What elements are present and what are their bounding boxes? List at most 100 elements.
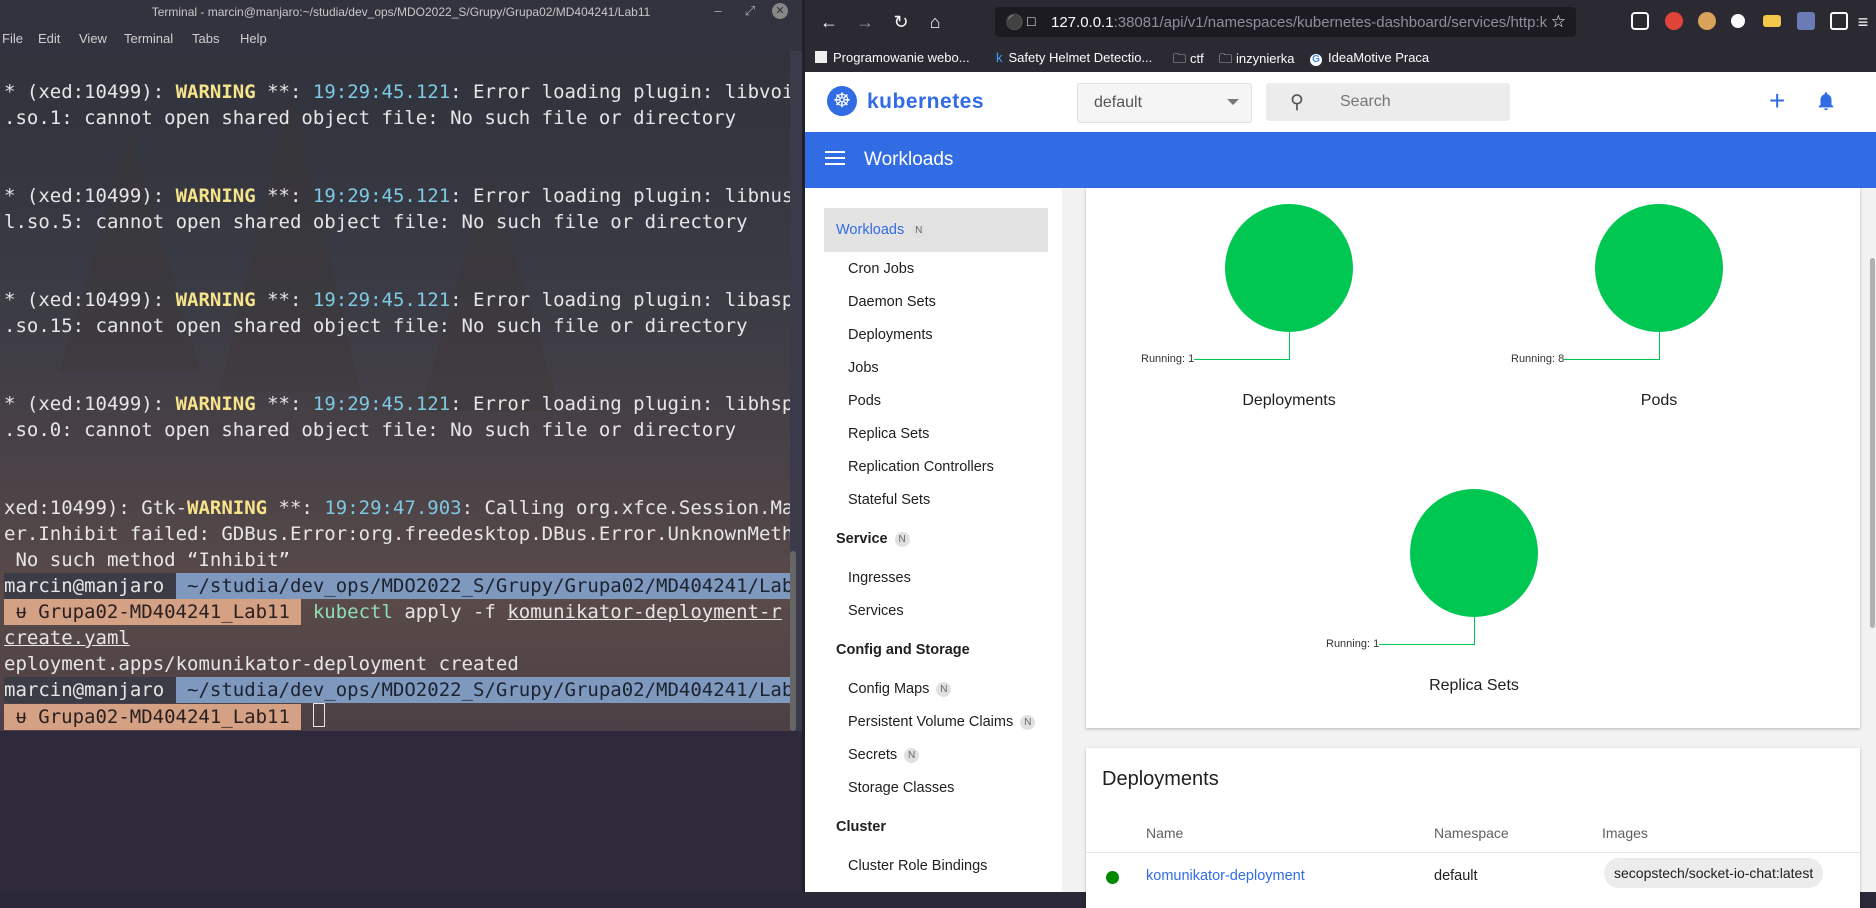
running-status-icon bbox=[1106, 871, 1119, 884]
shell-command: ᵾ Grupa02-MD404241_Lab11 bbox=[4, 703, 325, 730]
menu-view[interactable]: View bbox=[79, 31, 107, 46]
shell-prompt: marcin@manjaro ~/studia/dev_ops/MDO2022_… bbox=[4, 677, 790, 703]
flag-icon[interactable] bbox=[1763, 15, 1781, 27]
adblock-icon[interactable] bbox=[1665, 12, 1683, 30]
url-bar[interactable]: ⚫ □ 127.0.0.1:38081/api/v1/namespaces/ku… bbox=[995, 7, 1576, 37]
chart-leader-line bbox=[1194, 359, 1290, 360]
namespace-select[interactable]: default bbox=[1077, 83, 1252, 123]
image-chip: secopstech/socket-io-chat:latest bbox=[1604, 858, 1824, 888]
chart-leader-line bbox=[1289, 332, 1290, 359]
main-content: Running: 1 Deployments Running: 8 Pods R… bbox=[1062, 188, 1876, 908]
column-header-namespace[interactable]: Namespace bbox=[1434, 825, 1509, 841]
bookmarks-bar: Programowanie webo... k Safety Helmet Det… bbox=[805, 44, 1876, 72]
bookmark-item[interactable]: k Safety Helmet Detectio... bbox=[996, 50, 1152, 65]
sidebar-item-service[interactable]: Service N bbox=[836, 531, 910, 547]
sidebar-item-ingresses[interactable]: Ingresses bbox=[848, 570, 911, 586]
menu-help[interactable]: Help bbox=[240, 31, 267, 46]
replica-sets-chart-label: Replica Sets bbox=[1429, 677, 1519, 694]
chart-leader-line bbox=[1659, 332, 1660, 359]
namespaced-badge: N bbox=[936, 682, 952, 697]
terminal-line: .so.1: cannot open shared object file: N… bbox=[4, 107, 737, 129]
terminal-line: .so.0: cannot open shared object file: N… bbox=[4, 419, 737, 441]
workload-status-card: Running: 1 Deployments Running: 8 Pods R… bbox=[1086, 188, 1860, 728]
kubernetes-brand[interactable]: kubernetes bbox=[867, 90, 984, 114]
search-icon: ⚲ bbox=[1290, 92, 1304, 113]
sidebar-item-pods[interactable]: Pods bbox=[848, 393, 881, 409]
sidebar-item-pvc[interactable]: Persistent Volume Claims N bbox=[848, 714, 1036, 730]
page-title-bar: Workloads bbox=[805, 132, 1876, 188]
sidebar-item-stateful-sets[interactable]: Stateful Sets bbox=[848, 492, 930, 508]
home-icon[interactable]: ⌂ bbox=[925, 12, 945, 32]
bookmark-item[interactable]: G IdeaMotive Praca bbox=[1310, 50, 1429, 66]
page-info-icon[interactable]: □ bbox=[1027, 13, 1035, 29]
sidebar-item-deployments[interactable]: Deployments bbox=[848, 327, 933, 343]
google-icon: G bbox=[1310, 54, 1322, 66]
reload-icon[interactable]: ↻ bbox=[891, 12, 911, 32]
menu-terminal[interactable]: Terminal bbox=[124, 31, 173, 46]
menu-icon[interactable]: ≡ bbox=[1853, 12, 1873, 32]
terminal-line: l.so.5: cannot open shared object file: … bbox=[4, 211, 748, 233]
menu-edit[interactable]: Edit bbox=[38, 31, 60, 46]
pods-status-chart[interactable] bbox=[1595, 204, 1723, 332]
sidebar-item-config-maps[interactable]: Config Maps N bbox=[848, 681, 952, 697]
sidebar: Workloads N Cron Jobs Daemon Sets Deploym… bbox=[805, 188, 1062, 892]
namespaced-badge: N bbox=[911, 223, 927, 238]
menu-file[interactable]: File bbox=[2, 31, 23, 46]
url-text: 127.0.0.1:38081/api/v1/namespaces/kubern… bbox=[1051, 14, 1548, 31]
menu-tabs[interactable]: Tabs bbox=[192, 31, 219, 46]
folder-icon: 🗀 bbox=[1173, 51, 1187, 66]
sidebar-item-config-storage[interactable]: Config and Storage bbox=[836, 642, 970, 658]
bookmark-folder[interactable]: 🗀 inzynierka bbox=[1219, 50, 1295, 72]
deployment-namespace: default bbox=[1434, 868, 1478, 884]
search-input[interactable] bbox=[1338, 92, 1502, 112]
terminal-output[interactable]: * (xed:10499): WARNING **: 19:29:45.121:… bbox=[0, 51, 790, 731]
maximize-icon[interactable]: ⤢ bbox=[742, 3, 758, 19]
gear-icon[interactable] bbox=[1731, 14, 1745, 28]
sidebar-item-workloads-label[interactable]: Workloads N bbox=[836, 222, 927, 238]
deployments-running-label: Running: 1 bbox=[1141, 353, 1195, 365]
star-icon[interactable]: ☆ bbox=[1551, 12, 1566, 32]
forward-icon[interactable]: → bbox=[855, 12, 875, 32]
search-box[interactable]: ⚲ bbox=[1266, 83, 1510, 121]
sidebar-item-replica-sets[interactable]: Replica Sets bbox=[848, 426, 929, 442]
main-scrollbar[interactable] bbox=[1870, 258, 1875, 628]
sidebar-item-secrets[interactable]: Secrets N bbox=[848, 747, 920, 763]
column-header-name[interactable]: Name bbox=[1146, 825, 1183, 841]
extension-icon[interactable] bbox=[1797, 12, 1815, 30]
sidebar-item-jobs[interactable]: Jobs bbox=[848, 360, 879, 376]
k8s-header: ☸ kubernetes default ⚲ + bbox=[805, 72, 1876, 133]
sidebar-item-replication-controllers[interactable]: Replication Controllers bbox=[848, 459, 994, 475]
notifications-bell-icon[interactable] bbox=[1815, 90, 1837, 112]
bookmark-item[interactable]: Programowanie webo... bbox=[815, 50, 970, 65]
namespace-value: default bbox=[1094, 94, 1143, 111]
pocket-icon[interactable] bbox=[1631, 12, 1649, 30]
hamburger-menu-icon[interactable] bbox=[825, 151, 845, 169]
terminal-line: * (xed:10499): WARNING **: 19:29:45.121:… bbox=[4, 289, 790, 311]
bookmark-favicon-icon: k bbox=[996, 50, 1003, 65]
deployments-status-chart[interactable] bbox=[1225, 204, 1353, 332]
kubernetes-logo-icon[interactable]: ☸ bbox=[827, 86, 857, 116]
minimize-icon[interactable]: – bbox=[710, 3, 726, 19]
terminal-window: Terminal - marcin@manjaro:~/studia/dev_o… bbox=[0, 0, 802, 892]
deployment-name-link[interactable]: komunikator-deployment bbox=[1146, 868, 1305, 884]
deployments-card-title: Deployments bbox=[1102, 768, 1219, 790]
sidebar-item-storage-classes[interactable]: Storage Classes bbox=[848, 780, 954, 796]
sidebar-item-services[interactable]: Services bbox=[848, 603, 904, 619]
close-icon[interactable]: ✕ bbox=[772, 3, 788, 19]
terminal-line: No such method “Inhibit” bbox=[4, 549, 290, 571]
extension-icon[interactable] bbox=[1830, 12, 1848, 30]
back-icon[interactable]: ← bbox=[819, 12, 839, 32]
extension-icon[interactable] bbox=[1698, 12, 1716, 30]
sidebar-item-cluster-role-bindings[interactable]: Cluster Role Bindings bbox=[848, 858, 987, 874]
cursor bbox=[312, 703, 325, 727]
chart-leader-line bbox=[1379, 644, 1475, 645]
create-resource-button[interactable]: + bbox=[1769, 86, 1785, 116]
replica-sets-status-chart[interactable] bbox=[1410, 489, 1538, 617]
sidebar-item-cron-jobs[interactable]: Cron Jobs bbox=[848, 261, 914, 277]
bookmark-folder[interactable]: 🗀 ctf bbox=[1173, 50, 1204, 72]
sidebar-item-daemon-sets[interactable]: Daemon Sets bbox=[848, 294, 936, 310]
desktop-background bbox=[0, 731, 802, 892]
terminal-scrollbar[interactable] bbox=[790, 551, 796, 731]
sidebar-item-cluster[interactable]: Cluster bbox=[836, 819, 886, 835]
shield-icon[interactable]: ⚫ bbox=[1005, 13, 1024, 31]
